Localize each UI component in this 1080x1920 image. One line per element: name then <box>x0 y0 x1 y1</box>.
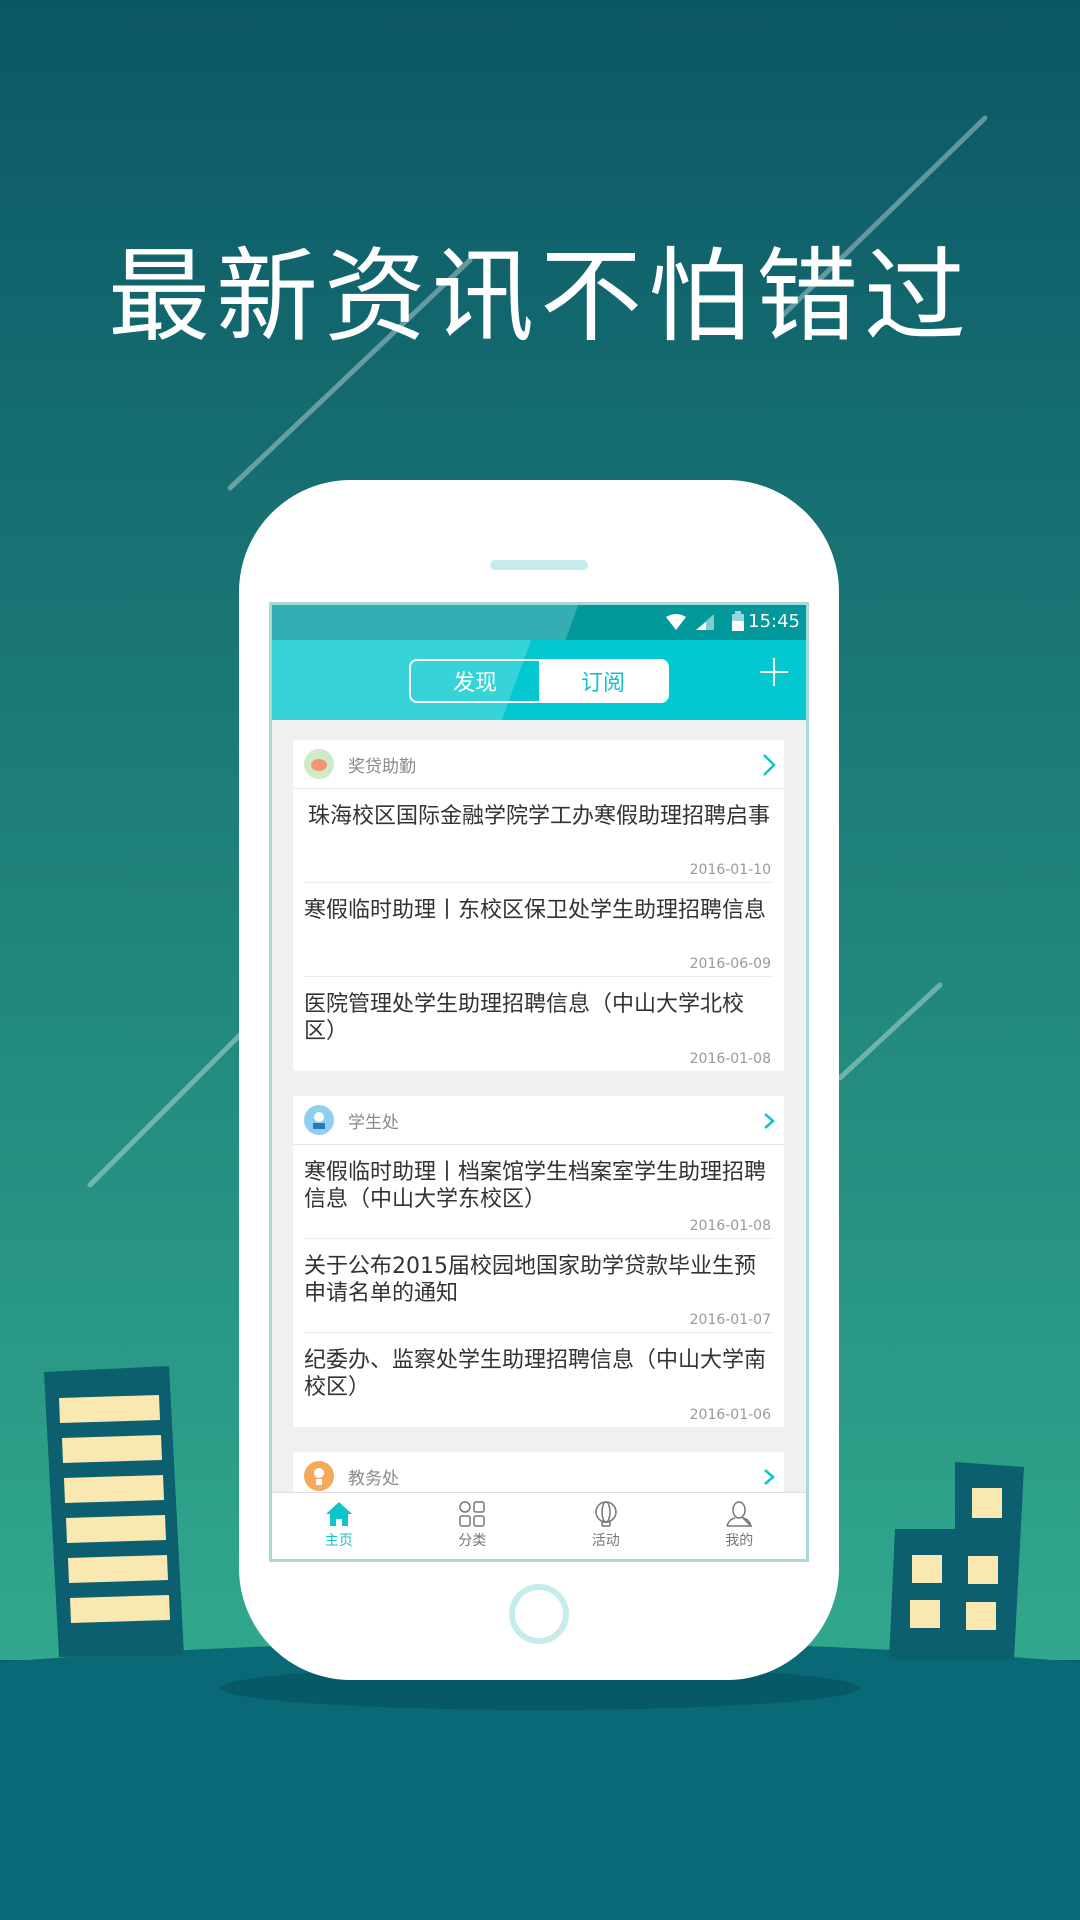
tab-discover[interactable]: 发现 <box>411 661 539 701</box>
app-screen: 15:45 发现 订阅 奖贷助勤 珠海校区国际金融学院学工办寒假助理招聘启事 20… <box>269 602 809 1562</box>
list-item[interactable]: 纪委办、监察处学生助理招聘信息（中山大学南校区） 2016-01-06 <box>304 1333 773 1427</box>
headline: 最新资讯不怕错过 <box>108 238 972 357</box>
nav-category[interactable]: 分类 <box>406 1493 540 1559</box>
status-bar: 15:45 <box>272 605 806 640</box>
card-label: 学生处 <box>348 1112 399 1133</box>
home-icon <box>325 1502 352 1526</box>
plus-icon[interactable] <box>760 658 788 686</box>
chevron-right-icon[interactable] <box>762 1466 776 1488</box>
signal-icon <box>696 614 714 630</box>
card-header[interactable]: 学生处 <box>293 1096 784 1145</box>
user-icon <box>726 1501 753 1527</box>
piggy-bank-icon <box>304 749 334 779</box>
teacher-avatar-icon <box>304 1461 334 1491</box>
chevron-right-icon[interactable] <box>762 754 776 776</box>
nav-home[interactable]: 主页 <box>272 1493 406 1559</box>
battery-icon <box>732 611 744 631</box>
card-label: 奖贷助勤 <box>348 756 416 777</box>
chevron-right-icon[interactable] <box>762 1110 776 1132</box>
left-building <box>44 1366 184 1657</box>
wifi-icon <box>666 614 686 630</box>
card-header[interactable]: 奖贷助勤 <box>293 740 784 789</box>
card-label: 教务处 <box>348 1468 399 1489</box>
list-item[interactable]: 关于公布2015届校园地国家助学贷款毕业生预申请名单的通知 2016-01-07 <box>304 1239 773 1333</box>
list-item[interactable]: 珠海校区国际金融学院学工办寒假助理招聘启事 2016-01-10 <box>304 789 773 883</box>
category-card: 学生处 寒假临时助理丨档案馆学生档案室学生助理招聘信息（中山大学东校区） 2016… <box>293 1096 784 1427</box>
phone-speaker <box>490 560 588 570</box>
nav-activity[interactable]: 活动 <box>539 1493 673 1559</box>
list-item[interactable]: 医院管理处学生助理招聘信息（中山大学北校区） 2016-01-08 <box>304 977 773 1071</box>
status-time: 15:45 <box>748 611 800 632</box>
bottom-nav: 主页 分类 活动 我的 <box>272 1492 806 1559</box>
list-item[interactable]: 寒假临时助理丨档案馆学生档案室学生助理招聘信息（中山大学东校区） 2016-01-… <box>304 1145 773 1239</box>
nav-mine[interactable]: 我的 <box>673 1493 807 1559</box>
phone-home-button <box>509 1584 569 1644</box>
segmented-tabs: 发现 订阅 <box>409 659 669 703</box>
student-avatar-icon <box>304 1105 334 1135</box>
category-card: 奖贷助勤 珠海校区国际金融学院学工办寒假助理招聘启事 2016-01-10 寒假临… <box>293 740 784 1071</box>
grid-icon <box>459 1501 485 1527</box>
list-item[interactable]: 寒假临时助理丨东校区保卫处学生助理招聘信息 2016-06-09 <box>304 883 773 977</box>
app-header: 发现 订阅 <box>272 640 806 720</box>
tab-subscribe[interactable]: 订阅 <box>539 661 667 701</box>
balloon-icon <box>595 1501 617 1527</box>
